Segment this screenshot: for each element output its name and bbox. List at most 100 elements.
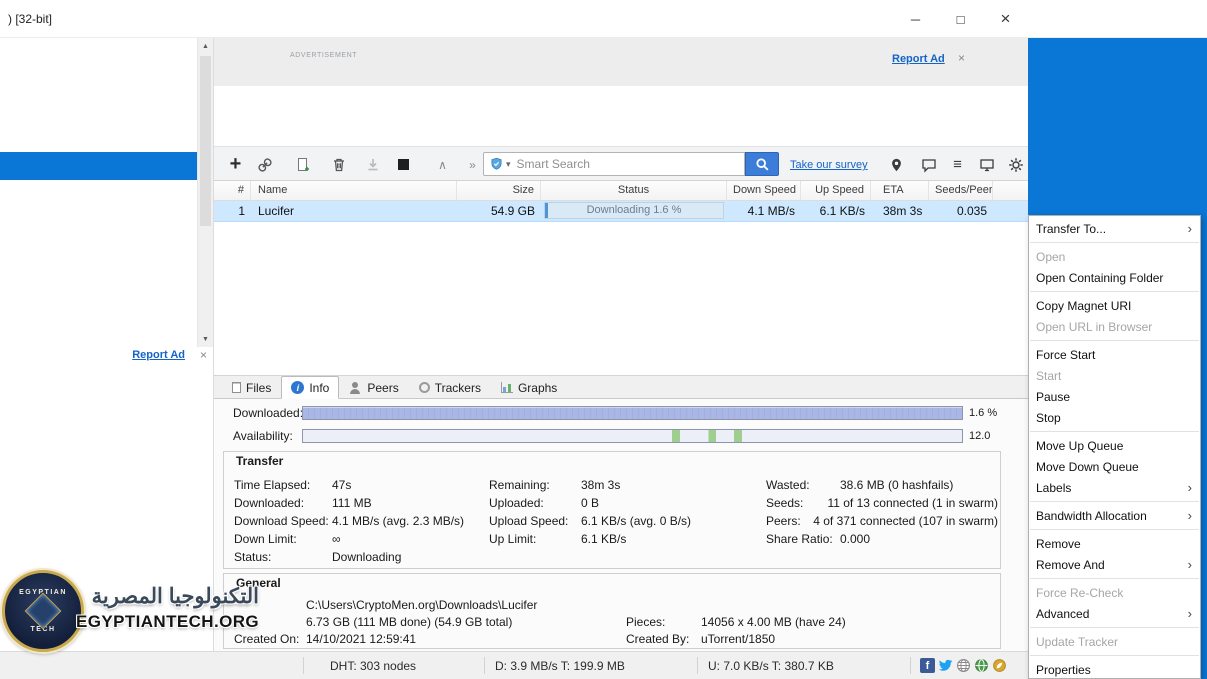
add-torrent-button[interactable]: + [227, 156, 244, 173]
minimize-button[interactable]: ─ [893, 0, 938, 38]
preferences-button[interactable] [1007, 156, 1024, 173]
search-input[interactable]: Smart Search [517, 157, 590, 171]
column-header-status[interactable]: Status [541, 181, 727, 201]
sidebar-report-ad-link[interactable]: Report Ad [132, 349, 185, 361]
column-header-size[interactable]: Size [457, 181, 541, 201]
menu-separator [1030, 627, 1199, 628]
general-group-title: General [232, 576, 285, 590]
total-size-label [234, 615, 306, 632]
detail-tab-bar: Files i Info Peers Trackers Graphs [214, 375, 1028, 399]
search-engine-caret-icon[interactable]: ▾ [506, 159, 511, 170]
tab-trackers[interactable]: Trackers [409, 377, 491, 398]
column-header-seeds-peers[interactable]: Seeds/Peers [929, 181, 993, 201]
chat-button[interactable] [920, 156, 937, 173]
sidebar-scrollbar[interactable]: ▲ ▼ [197, 38, 213, 347]
column-header-up-speed[interactable]: Up Speed [801, 181, 871, 201]
torrent-num: 1 [214, 201, 251, 221]
search-box[interactable]: ▾ Smart Search [483, 152, 745, 176]
stop-button[interactable] [395, 156, 412, 173]
menu-item-open[interactable]: Open [1029, 246, 1200, 267]
sidebar-selected-category[interactable] [0, 152, 197, 180]
downloaded-value: 111 MB [332, 496, 372, 514]
menu-item-force-re-check[interactable]: Force Re-Check [1029, 582, 1200, 603]
scroll-down-icon[interactable]: ▼ [198, 331, 213, 347]
remove-torrent-button[interactable] [330, 156, 347, 173]
status-bar: DHT: 303 nodes D: 3.9 MB/s T: 199.9 MB U… [0, 651, 1028, 679]
availability-bar-label: Availability: [233, 429, 302, 443]
download-speed-value: 4.1 MB/s (avg. 2.3 MB/s) [332, 514, 464, 532]
tab-peers[interactable]: Peers [339, 377, 408, 398]
close-button[interactable]: × [983, 0, 1028, 38]
detailed-view-button[interactable]: ≡ [949, 156, 966, 173]
network-globe-icon[interactable] [974, 658, 989, 673]
title-bar: ) [32-bit] ─ □ × [0, 0, 1207, 38]
remote-access-button[interactable] [888, 156, 905, 173]
content-area: ADVERTISEMENT Report Ad × + [214, 38, 1028, 651]
menu-item-open-url-in-browser[interactable]: Open URL in Browser [1029, 316, 1200, 337]
sidebar-category-list[interactable] [0, 38, 213, 347]
search-button[interactable] [745, 152, 779, 176]
maximize-button[interactable]: □ [938, 0, 983, 38]
downloaded-pieces-bar [302, 406, 963, 420]
link-icon [257, 157, 273, 173]
torrent-row[interactable]: 1 Lucifer 54.9 GB Downloading 1.6 % 4.1 … [214, 201, 1028, 222]
download-total-status: D: 3.9 MB/s T: 199.9 MB [495, 659, 625, 673]
menu-item-update-tracker[interactable]: Update Tracker [1029, 631, 1200, 652]
chevron-up-icon: ∧ [438, 158, 447, 172]
menu-item-transfer-to[interactable]: Transfer To...› [1029, 218, 1200, 239]
tab-files-label: Files [246, 381, 271, 395]
chevrons-right-icon: » [469, 158, 476, 172]
survey-link[interactable]: Take our survey [790, 159, 868, 171]
created-by-value: uTorrent/1850 [701, 632, 996, 649]
status-progress-bar: Downloading 1.6 % [544, 202, 724, 219]
twitter-icon[interactable] [938, 658, 953, 673]
tab-files[interactable]: Files [222, 377, 281, 398]
tab-graphs[interactable]: Graphs [491, 377, 567, 398]
menu-separator [1030, 578, 1199, 579]
share-ratio-label: Share Ratio: [766, 532, 840, 550]
eco-leaf-icon[interactable] [992, 658, 1007, 673]
sidebar-ad-close-icon[interactable]: × [200, 348, 207, 362]
create-torrent-button[interactable] [294, 156, 311, 173]
statusbar-separator [910, 657, 911, 674]
table-header: # Name Size Status Down Speed Up Speed E… [214, 181, 1028, 201]
menu-item-force-start[interactable]: Force Start [1029, 344, 1200, 365]
menu-item-open-containing-folder[interactable]: Open Containing Folder [1029, 267, 1200, 288]
trash-icon [331, 157, 347, 173]
submenu-arrow-icon: › [1188, 508, 1192, 523]
menu-item-move-up-queue[interactable]: Move Up Queue [1029, 435, 1200, 456]
menu-item-remove[interactable]: Remove [1029, 533, 1200, 554]
devices-button[interactable] [978, 156, 995, 173]
menu-item-move-down-queue[interactable]: Move Down Queue [1029, 456, 1200, 477]
toolbar-overflow-button[interactable]: » [464, 156, 481, 173]
top-report-ad-link[interactable]: Report Ad [892, 53, 945, 65]
move-up-queue-button[interactable]: ∧ [434, 156, 451, 173]
total-size-value: 6.73 GB (111 MB done) (54.9 GB total) [306, 615, 626, 632]
pieces-label: Pieces: [626, 615, 701, 632]
menu-item-bandwidth-allocation[interactable]: Bandwidth Allocation› [1029, 505, 1200, 526]
scroll-up-icon[interactable]: ▲ [198, 38, 213, 54]
start-download-button[interactable] [364, 156, 381, 173]
menu-item-advanced[interactable]: Advanced› [1029, 603, 1200, 624]
menu-item-remove-and[interactable]: Remove And› [1029, 554, 1200, 575]
column-header-num[interactable]: # [214, 181, 251, 201]
menu-item-copy-magnet-uri[interactable]: Copy Magnet URI [1029, 295, 1200, 316]
menu-item-start[interactable]: Start [1029, 365, 1200, 386]
column-header-name[interactable]: Name [251, 181, 457, 201]
created-by-label: Created By: [626, 632, 701, 649]
scrollbar-thumb[interactable] [200, 56, 211, 226]
torrent-up-speed: 6.1 KB/s [801, 201, 871, 221]
column-header-eta[interactable]: ETA [871, 181, 929, 201]
column-header-down-speed[interactable]: Down Speed [727, 181, 801, 201]
menu-item-properties[interactable]: Properties [1029, 659, 1200, 679]
created-on-value: 14/10/2021 12:59:41 [306, 632, 626, 649]
menu-item-pause[interactable]: Pause [1029, 386, 1200, 407]
top-ad-close-icon[interactable]: × [958, 51, 965, 65]
menu-item-stop[interactable]: Stop [1029, 407, 1200, 428]
add-link-button[interactable] [256, 156, 273, 173]
menu-item-labels[interactable]: Labels› [1029, 477, 1200, 498]
web-globe-icon[interactable] [956, 658, 971, 673]
submenu-arrow-icon: › [1188, 480, 1192, 495]
facebook-icon[interactable]: f [920, 658, 935, 673]
tab-info[interactable]: i Info [281, 376, 339, 399]
